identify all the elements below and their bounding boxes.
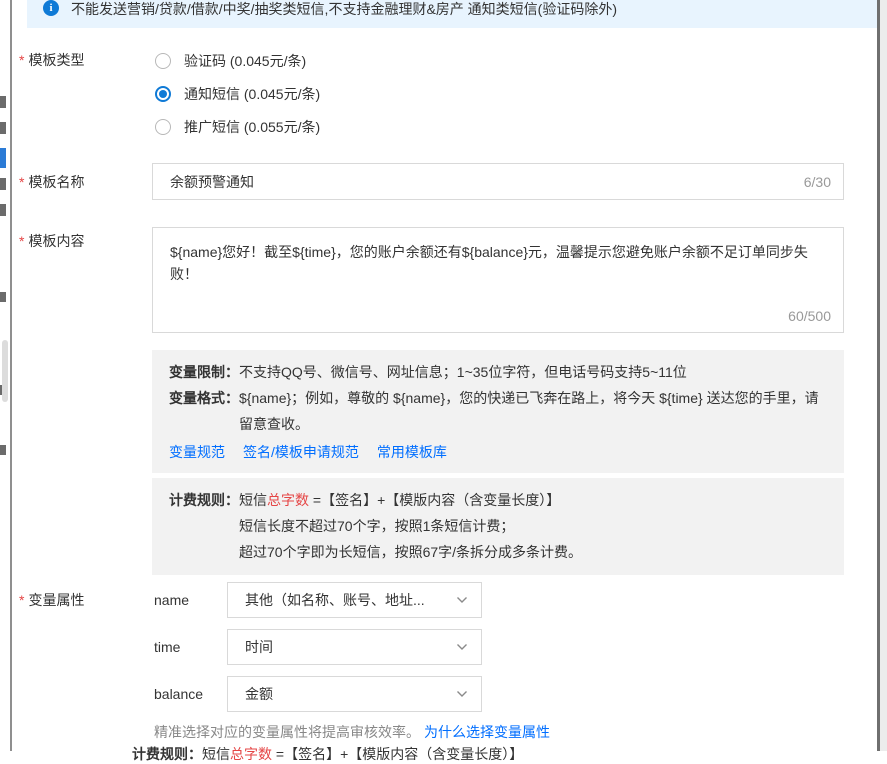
balance-attr-select[interactable]: 金额 [227,676,482,712]
template-name-input[interactable]: 余额预警通知 6/30 [152,163,844,200]
radio-option-notification[interactable]: 通知短信 (0.045元/条) [155,85,320,103]
underlay-fragment [0,204,6,216]
billing-rule-line3: 超过70个字即为长短信，按照67字/条拆分成多条计费。 [239,539,828,565]
field-label-template-content: *模板内容 [19,233,84,250]
radio-unchecked-icon [155,53,171,69]
underlay-fragment [0,96,6,108]
why-choose-attr-link[interactable]: 为什么选择变量属性 [424,724,550,740]
radio-checked-icon [155,86,171,102]
billing-rule-line1: 计费规则： 短信总字数 =【签名】+【模版内容（含变量长度）】 [169,487,828,513]
name-attr-select[interactable]: 其他（如名称、账号、地址... [227,582,482,618]
notice-text: 不能发送营销/贷款/借款/中奖/抽奖类短信,不支持金融理财&房产 通知类短信(验… [71,0,617,19]
template-name-counter: 6/30 [804,174,831,190]
underlay-scrollbar[interactable] [2,340,8,402]
underlay-fragment [0,178,6,190]
field-label-template-type: *模板类型 [19,52,84,69]
clipped-billing-line: 计费规则：短信总字数 =【签名】+【模版内容（含变量长度）】 [132,744,523,764]
attr-hint: 精准选择对应的变量属性将提高审核效率。为什么选择变量属性 [154,722,550,742]
variable-limit-row: 变量限制： 不支持QQ号、微信号、网址信息；1~35位字符，但电话号码支持5~1… [169,359,828,385]
radio-option-captcha[interactable]: 验证码 (0.045元/条) [155,52,306,70]
field-label-template-name: *模板名称 [19,174,84,191]
underlay-fragment [0,122,6,134]
billing-rule-line2: 短信长度不超过70个字，按照1条短信计费； [239,513,828,539]
underlay-fragment [0,148,6,168]
red-highlight-text: 总字数 [230,746,272,762]
time-attr-select[interactable]: 时间 [227,629,482,665]
var-attr-row-time: time 时间 [154,629,482,665]
radio-unchecked-icon [155,119,171,135]
var-name-label: name [154,592,216,608]
sms-template-form-panel: 不能发送营销/贷款/借款/中奖/抽奖类短信,不支持金融理财&房产 通知类短信(验… [10,0,877,751]
variable-tips-box: 变量限制： 不支持QQ号、微信号、网址信息；1~35位字符，但电话号码支持5~1… [152,350,844,473]
template-content-counter: 60/500 [788,308,831,324]
chevron-down-icon [455,593,469,607]
required-asterisk: * [19,592,24,608]
chevron-down-icon [455,687,469,701]
notice-banner: 不能发送营销/贷款/借款/中奖/抽奖类短信,不支持金融理财&房产 通知类短信(验… [27,0,879,28]
field-label-variable-attrs: *变量属性 [19,592,84,609]
common-template-library-link[interactable]: 常用模板库 [377,441,447,463]
underlay-fragment [0,445,6,455]
variable-format-row: 变量格式： ${name}；例如，尊敬的 ${name}，您的快递已飞奔在路上，… [169,385,828,437]
info-icon [43,0,59,16]
template-content-value: ${name}您好！截至${time}，您的账户余额还有${balance}元，… [153,228,843,285]
required-asterisk: * [19,174,24,190]
var-name-label: time [154,639,216,655]
required-asterisk: * [19,233,24,249]
required-asterisk: * [19,52,24,68]
radio-option-marketing[interactable]: 推广短信 (0.055元/条) [155,118,320,136]
billing-rules-box: 计费规则： 短信总字数 =【签名】+【模版内容（含变量长度）】 短信长度不超过7… [152,478,844,575]
var-attr-row-name: name 其他（如名称、账号、地址... [154,582,482,618]
underlay-fragment [0,292,6,302]
var-attr-row-balance: balance 金额 [154,676,482,712]
red-highlight-text: 总字数 [267,492,309,508]
template-content-textarea[interactable]: ${name}您好！截至${time}，您的账户余额还有${balance}元，… [152,227,844,333]
chevron-down-icon [455,640,469,654]
template-name-value: 余额预警通知 [170,172,254,192]
signature-template-spec-link[interactable]: 签名/模板申请规范 [243,441,359,463]
scrollbar-track [880,0,887,751]
var-name-label: balance [154,686,216,702]
tip-links-row: 变量规范 签名/模板申请规范 常用模板库 [169,441,828,463]
variable-spec-link[interactable]: 变量规范 [169,441,225,463]
